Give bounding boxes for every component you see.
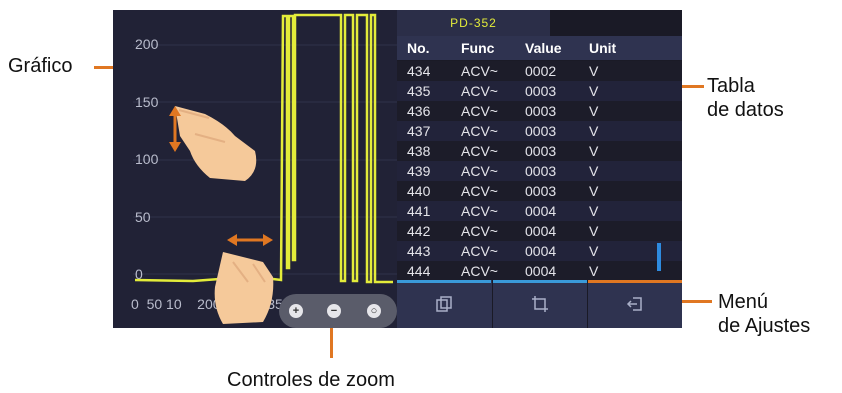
cell-unit: V xyxy=(589,163,599,179)
cell-value: 0003 xyxy=(525,143,557,159)
cell-no: 438 xyxy=(407,143,431,159)
cell-value: 0002 xyxy=(525,63,557,79)
table-row[interactable]: 435 ACV~ 0003 V xyxy=(397,81,682,101)
zoom-controls: + − ○ xyxy=(279,294,397,328)
zoom-in-icon[interactable]: + xyxy=(289,304,303,318)
cell-unit: V xyxy=(589,103,599,119)
tab-pd-352[interactable]: PD-352 xyxy=(397,10,550,36)
cell-func: ACV~ xyxy=(461,223,498,239)
cell-value: 0004 xyxy=(525,223,557,239)
table-row[interactable]: 440 ACV~ 0003 V xyxy=(397,181,682,201)
cell-value: 0003 xyxy=(525,83,557,99)
cell-func: ACV~ xyxy=(461,123,498,139)
cell-unit: V xyxy=(589,63,599,79)
cell-func: ACV~ xyxy=(461,163,498,179)
callout-menu-line1: Menú xyxy=(718,291,769,313)
pinch-vertical-hand-icon xyxy=(169,106,257,181)
cell-value: 0003 xyxy=(525,123,557,139)
cell-func: ACV~ xyxy=(461,263,498,279)
header-func: Func xyxy=(461,40,495,56)
header-unit: Unit xyxy=(589,40,617,56)
cell-func: ACV~ xyxy=(461,63,498,79)
callout-menu-line2: de Ajustes xyxy=(718,315,811,337)
cell-value: 0003 xyxy=(525,103,557,119)
table-row[interactable]: 438 ACV~ 0003 V xyxy=(397,141,682,161)
cell-unit: V xyxy=(589,203,599,219)
cell-unit: V xyxy=(589,243,599,259)
cell-func: ACV~ xyxy=(461,83,498,99)
cell-func: ACV~ xyxy=(461,203,498,219)
cell-func: ACV~ xyxy=(461,243,498,259)
tab-pd-352-label: PD-352 xyxy=(450,16,497,30)
copy-icon xyxy=(436,296,452,312)
settings-menu xyxy=(397,280,682,328)
cell-no: 443 xyxy=(407,243,431,259)
callout-tabla: Tabla de datos xyxy=(707,74,784,122)
cell-value: 0004 xyxy=(525,203,557,219)
cell-func: ACV~ xyxy=(461,103,498,119)
cell-value: 0003 xyxy=(525,183,557,199)
header-value: Value xyxy=(525,40,562,56)
cell-unit: V xyxy=(589,183,599,199)
cell-no: 436 xyxy=(407,103,431,119)
cell-func: ACV~ xyxy=(461,183,498,199)
cell-no: 442 xyxy=(407,223,431,239)
table-row[interactable]: 442 ACV~ 0004 V xyxy=(397,221,682,241)
cell-value: 0004 xyxy=(525,263,557,279)
cell-no: 441 xyxy=(407,203,431,219)
header-no: No. xyxy=(407,40,430,56)
table-row[interactable]: 439 ACV~ 0003 V xyxy=(397,161,682,181)
pinch-horizontal-hand-icon xyxy=(214,234,274,324)
table-header: No. Func Value Unit xyxy=(397,36,682,60)
table-scrollbar[interactable] xyxy=(657,243,661,271)
callout-zoom: Controles de zoom xyxy=(227,369,395,391)
callout-tabla-line2: de datos xyxy=(707,99,784,121)
cell-unit: V xyxy=(589,83,599,99)
cell-unit: V xyxy=(589,223,599,239)
cell-value: 0003 xyxy=(525,163,557,179)
cell-no: 435 xyxy=(407,83,431,99)
cell-value: 0004 xyxy=(525,243,557,259)
menu-crop-button[interactable] xyxy=(492,280,587,328)
cell-unit: V xyxy=(589,263,599,279)
cell-no: 444 xyxy=(407,263,431,279)
zoom-reset-icon[interactable]: ○ xyxy=(367,304,381,318)
cell-unit: V xyxy=(589,123,599,139)
table-row[interactable]: 434 ACV~ 0002 V xyxy=(397,61,682,81)
menu-copy-button[interactable] xyxy=(397,280,491,328)
crop-icon xyxy=(532,296,548,312)
table-row[interactable]: 441 ACV~ 0004 V xyxy=(397,201,682,221)
y-tick-100: 100 xyxy=(135,151,159,167)
exit-icon xyxy=(626,297,642,311)
graph-panel[interactable]: 200 150 100 50 0 0 50 10 200250300350400… xyxy=(113,10,397,328)
menu-exit-button[interactable] xyxy=(587,280,682,328)
callout-menu: Menú de Ajustes xyxy=(718,290,810,338)
zoom-out-icon[interactable]: − xyxy=(327,304,341,318)
table-row[interactable]: 443 ACV~ 0004 V xyxy=(397,241,682,261)
y-tick-200: 200 xyxy=(135,36,159,52)
table-row[interactable]: 437 ACV~ 0003 V xyxy=(397,121,682,141)
callout-tabla-line1: Tabla xyxy=(707,75,755,97)
y-tick-150: 150 xyxy=(135,94,159,110)
cell-no: 434 xyxy=(407,63,431,79)
table-row[interactable]: 436 ACV~ 0003 V xyxy=(397,101,682,121)
callout-grafico: Gráfico xyxy=(8,55,73,77)
cell-no: 439 xyxy=(407,163,431,179)
cell-no: 440 xyxy=(407,183,431,199)
y-tick-50: 50 xyxy=(135,209,151,225)
cell-no: 437 xyxy=(407,123,431,139)
cell-unit: V xyxy=(589,143,599,159)
cell-func: ACV~ xyxy=(461,143,498,159)
y-tick-0: 0 xyxy=(135,266,143,282)
device-screen: 200 150 100 50 0 0 50 10 200250300350400… xyxy=(113,10,682,328)
table-row[interactable]: 444 ACV~ 0004 V xyxy=(397,261,682,281)
